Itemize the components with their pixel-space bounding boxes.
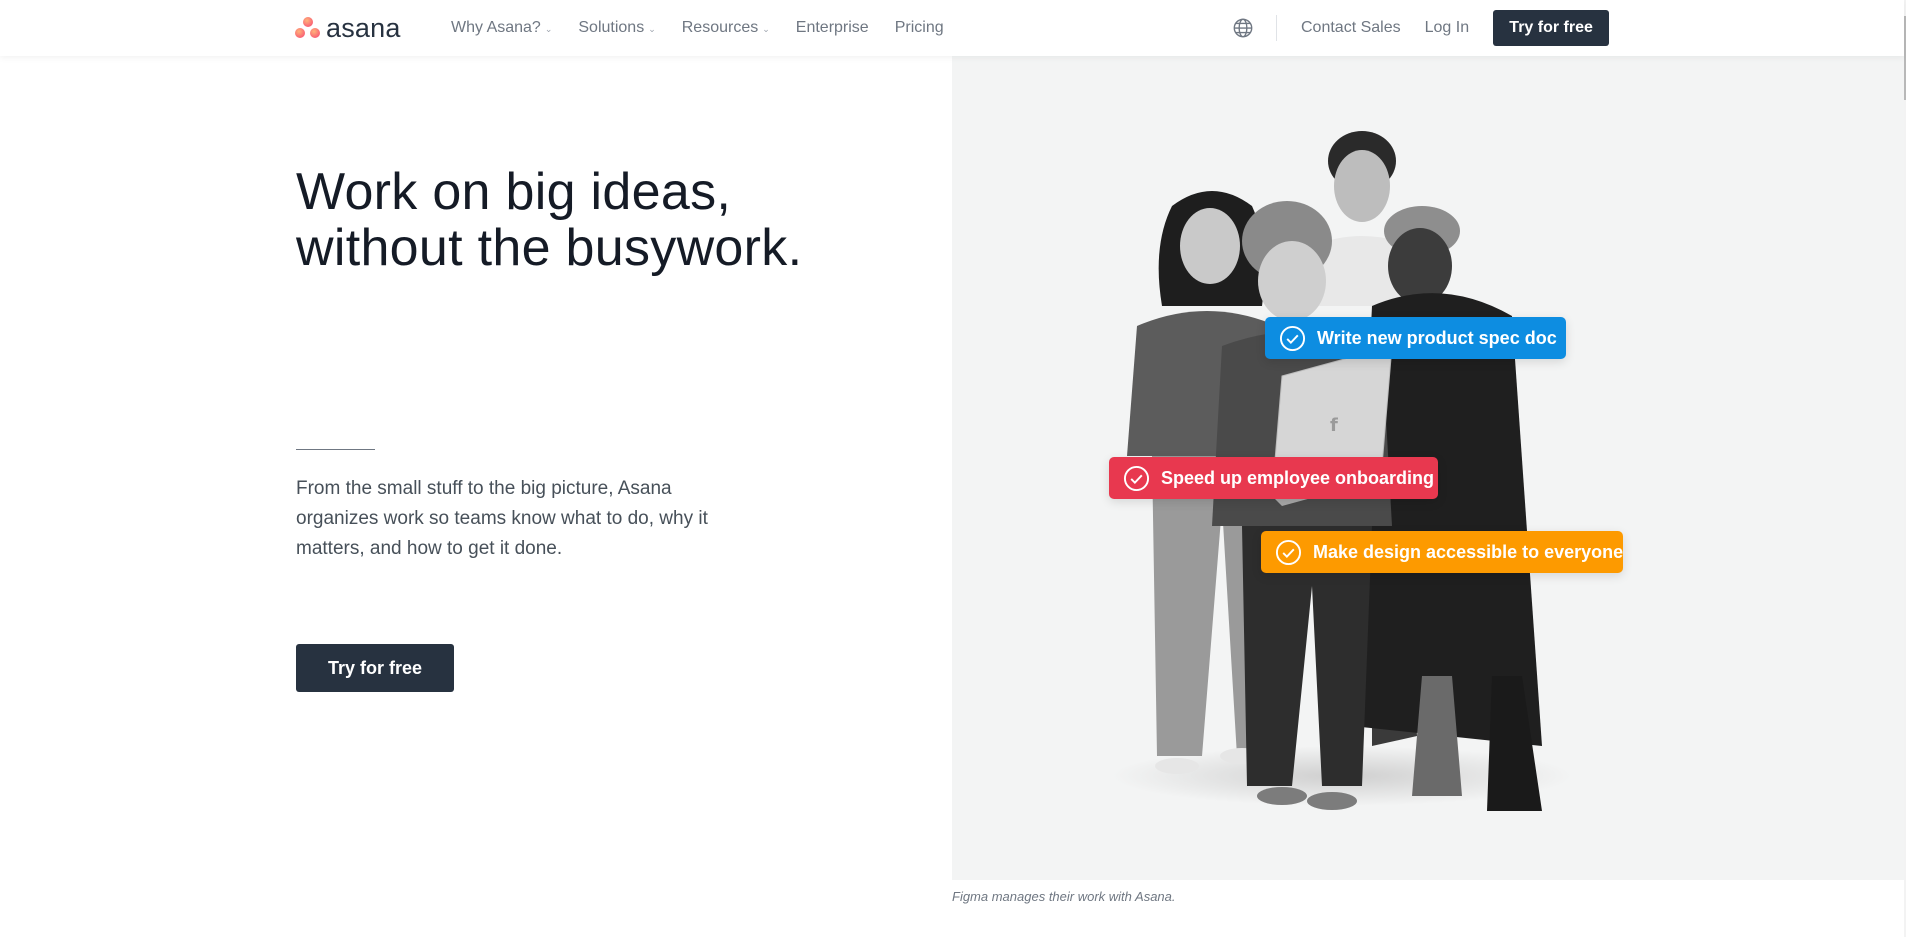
hero-description: From the small stuff to the big picture,…: [296, 478, 708, 559]
chevron-down-icon: ⌄: [544, 23, 553, 34]
nav-solutions-label: Solutions: [578, 19, 645, 36]
hero-heading-line-1: Work on big ideas,: [296, 163, 732, 221]
nav-resources-label: Resources: [681, 19, 759, 36]
task-tag-label: Make design accessible to everyone: [1313, 541, 1624, 562]
top-navigation: asana Why Asana? ⌄ Solutions ⌄ Resources…: [0, 0, 1904, 56]
task-tag-label: Speed up employee onboarding: [1161, 467, 1435, 488]
image-caption: Figma manages their work with Asana.: [952, 889, 1176, 904]
chevron-down-icon: ⌄: [648, 23, 656, 34]
task-tag-write-spec: Write new product spec doc: [1265, 317, 1566, 359]
nav-try-for-free-button[interactable]: Try for free: [1493, 10, 1610, 46]
nav-solutions[interactable]: Solutions ⌄: [578, 19, 655, 37]
nav-enterprise[interactable]: Enterprise: [796, 19, 869, 37]
contact-sales-link[interactable]: Contact Sales: [1301, 19, 1401, 37]
task-tag-accessible-design: Make design accessible to everyone: [1261, 531, 1623, 573]
nav-pricing[interactable]: Pricing: [895, 19, 944, 37]
logo-wordmark: asana: [326, 13, 401, 43]
hero-heading: Work on big ideas, without the busywork.: [296, 164, 802, 276]
hero-heading-line-2: without the busywork.: [296, 219, 803, 277]
main-menu: Why Asana? ⌄ Solutions ⌄ Resources ⌄ Ent…: [451, 0, 970, 56]
nav-why-asana[interactable]: Why Asana? ⌄: [451, 19, 552, 37]
check-circle-icon: [1123, 465, 1150, 491]
nav-divider: [1276, 15, 1277, 41]
nav-actions: Contact Sales Log In Try for free: [1230, 0, 1610, 56]
check-circle-icon: [1279, 325, 1306, 351]
nav-why-asana-label: Why Asana?: [451, 19, 541, 36]
nav-resources[interactable]: Resources ⌄: [682, 19, 770, 37]
chevron-down-icon: ⌄: [762, 23, 770, 34]
svg-text:f: f: [1330, 415, 1338, 436]
hero-try-for-free-button[interactable]: Try for free: [296, 644, 454, 692]
nav-enterprise-label: Enterprise: [795, 19, 869, 36]
check-circle-icon: [1275, 539, 1302, 565]
task-tag-onboarding: Speed up employee onboarding: [1109, 457, 1438, 499]
globe-icon[interactable]: [1232, 17, 1254, 39]
hero-divider: [296, 449, 375, 450]
nav-pricing-label: Pricing: [894, 19, 944, 36]
asana-logo-icon: [295, 17, 320, 39]
log-in-link[interactable]: Log In: [1425, 19, 1469, 37]
task-tag-label: Write new product spec doc: [1317, 327, 1557, 348]
asana-logo[interactable]: asana: [295, 14, 401, 42]
